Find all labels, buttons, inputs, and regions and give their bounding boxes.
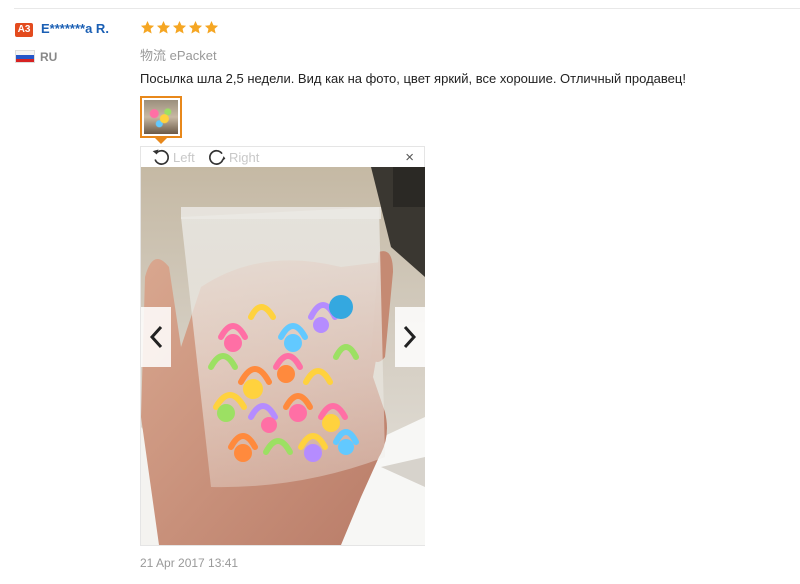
rotate-left-icon <box>152 149 169 165</box>
thumbnail-image <box>144 100 178 134</box>
star-icon <box>172 20 187 34</box>
rotate-right-button[interactable]: Right <box>207 147 259 167</box>
photo-image <box>141 167 425 545</box>
top-divider <box>14 8 800 9</box>
star-icon <box>156 20 171 34</box>
star-icon <box>204 20 219 34</box>
photo-viewer: Left Right × <box>140 146 425 546</box>
rotate-left-button[interactable]: Left <box>151 147 195 167</box>
russia-flag-icon <box>15 50 35 63</box>
star-icon <box>140 20 155 34</box>
rotate-right-label: Right <box>229 149 260 165</box>
star-rating <box>140 20 219 35</box>
user-level-badge: A3 <box>15 23 33 37</box>
next-photo-button[interactable] <box>395 307 425 367</box>
shipping-method: 物流 ePacket <box>140 48 217 63</box>
star-icon <box>188 20 203 34</box>
chevron-right-icon <box>403 325 417 349</box>
rotate-right-icon <box>209 149 226 165</box>
review-photo-thumbnail[interactable] <box>140 96 182 138</box>
review-photo <box>141 167 425 545</box>
thumbnail-pointer <box>155 138 167 144</box>
review-text: Посылка шла 2,5 недели. Вид как на фото,… <box>140 71 686 86</box>
previous-photo-button[interactable] <box>141 307 171 367</box>
close-icon[interactable]: × <box>405 150 414 166</box>
country-code: RU <box>40 50 58 64</box>
rotate-left-label: Left <box>173 149 195 165</box>
review-date: 21 Apr 2017 13:41 <box>140 556 239 570</box>
user-name: E*******a R. <box>41 21 109 36</box>
chevron-left-icon <box>149 325 163 349</box>
